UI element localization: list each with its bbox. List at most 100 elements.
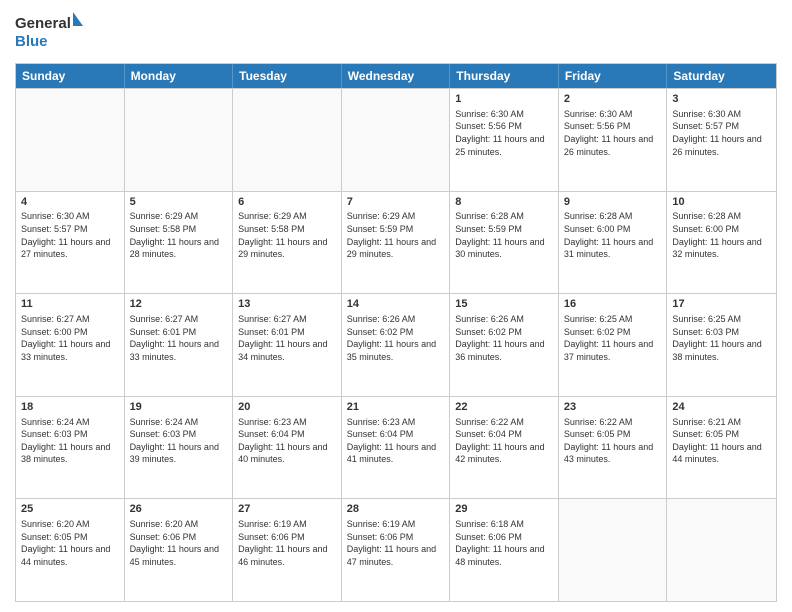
cell-info: Sunrise: 6:29 AMSunset: 5:58 PMDaylight:… <box>238 210 336 260</box>
cal-cell-21: 21Sunrise: 6:23 AMSunset: 6:04 PMDayligh… <box>342 397 451 499</box>
cal-row-3: 18Sunrise: 6:24 AMSunset: 6:03 PMDayligh… <box>16 396 776 499</box>
cal-cell-20: 20Sunrise: 6:23 AMSunset: 6:04 PMDayligh… <box>233 397 342 499</box>
day-number: 11 <box>21 297 119 312</box>
cal-cell-empty-0-0 <box>16 89 125 191</box>
cell-info: Sunrise: 6:22 AMSunset: 6:05 PMDaylight:… <box>564 416 662 466</box>
cal-header-cell-tuesday: Tuesday <box>233 64 342 88</box>
logo-svg: General Blue <box>15 10 85 55</box>
cal-header-cell-saturday: Saturday <box>667 64 776 88</box>
cal-header-cell-friday: Friday <box>559 64 668 88</box>
day-number: 12 <box>130 297 228 312</box>
cal-cell-10: 10Sunrise: 6:28 AMSunset: 6:00 PMDayligh… <box>667 192 776 294</box>
cal-cell-27: 27Sunrise: 6:19 AMSunset: 6:06 PMDayligh… <box>233 499 342 601</box>
day-number: 2 <box>564 92 662 107</box>
day-number: 16 <box>564 297 662 312</box>
cell-info: Sunrise: 6:30 AMSunset: 5:56 PMDaylight:… <box>564 108 662 158</box>
cell-info: Sunrise: 6:26 AMSunset: 6:02 PMDaylight:… <box>455 313 553 363</box>
cell-info: Sunrise: 6:20 AMSunset: 6:06 PMDaylight:… <box>130 518 228 568</box>
day-number: 23 <box>564 400 662 415</box>
cal-cell-9: 9Sunrise: 6:28 AMSunset: 6:00 PMDaylight… <box>559 192 668 294</box>
day-number: 6 <box>238 195 336 210</box>
day-number: 8 <box>455 195 553 210</box>
cal-cell-1: 1Sunrise: 6:30 AMSunset: 5:56 PMDaylight… <box>450 89 559 191</box>
cal-cell-11: 11Sunrise: 6:27 AMSunset: 6:00 PMDayligh… <box>16 294 125 396</box>
cal-cell-empty-0-3 <box>342 89 451 191</box>
cal-header-cell-wednesday: Wednesday <box>342 64 451 88</box>
cal-row-0: 1Sunrise: 6:30 AMSunset: 5:56 PMDaylight… <box>16 88 776 191</box>
cal-cell-8: 8Sunrise: 6:28 AMSunset: 5:59 PMDaylight… <box>450 192 559 294</box>
cal-cell-15: 15Sunrise: 6:26 AMSunset: 6:02 PMDayligh… <box>450 294 559 396</box>
cell-info: Sunrise: 6:29 AMSunset: 5:58 PMDaylight:… <box>130 210 228 260</box>
cal-cell-empty-4-6 <box>667 499 776 601</box>
day-number: 10 <box>672 195 771 210</box>
day-number: 14 <box>347 297 445 312</box>
calendar-header-row: SundayMondayTuesdayWednesdayThursdayFrid… <box>16 64 776 88</box>
cell-info: Sunrise: 6:25 AMSunset: 6:02 PMDaylight:… <box>564 313 662 363</box>
day-number: 17 <box>672 297 771 312</box>
cal-cell-26: 26Sunrise: 6:20 AMSunset: 6:06 PMDayligh… <box>125 499 234 601</box>
day-number: 24 <box>672 400 771 415</box>
cal-header-cell-sunday: Sunday <box>16 64 125 88</box>
cal-cell-18: 18Sunrise: 6:24 AMSunset: 6:03 PMDayligh… <box>16 397 125 499</box>
cell-info: Sunrise: 6:19 AMSunset: 6:06 PMDaylight:… <box>238 518 336 568</box>
cell-info: Sunrise: 6:21 AMSunset: 6:05 PMDaylight:… <box>672 416 771 466</box>
day-number: 26 <box>130 502 228 517</box>
cell-info: Sunrise: 6:30 AMSunset: 5:57 PMDaylight:… <box>21 210 119 260</box>
day-number: 22 <box>455 400 553 415</box>
cal-cell-22: 22Sunrise: 6:22 AMSunset: 6:04 PMDayligh… <box>450 397 559 499</box>
day-number: 3 <box>672 92 771 107</box>
svg-text:Blue: Blue <box>15 33 48 50</box>
cal-cell-empty-0-1 <box>125 89 234 191</box>
cell-info: Sunrise: 6:28 AMSunset: 6:00 PMDaylight:… <box>672 210 771 260</box>
cell-info: Sunrise: 6:22 AMSunset: 6:04 PMDaylight:… <box>455 416 553 466</box>
logo: General Blue <box>15 10 85 55</box>
cal-cell-28: 28Sunrise: 6:19 AMSunset: 6:06 PMDayligh… <box>342 499 451 601</box>
cal-cell-13: 13Sunrise: 6:27 AMSunset: 6:01 PMDayligh… <box>233 294 342 396</box>
cal-row-4: 25Sunrise: 6:20 AMSunset: 6:05 PMDayligh… <box>16 498 776 601</box>
cell-info: Sunrise: 6:28 AMSunset: 6:00 PMDaylight:… <box>564 210 662 260</box>
cal-row-1: 4Sunrise: 6:30 AMSunset: 5:57 PMDaylight… <box>16 191 776 294</box>
cal-cell-29: 29Sunrise: 6:18 AMSunset: 6:06 PMDayligh… <box>450 499 559 601</box>
cell-info: Sunrise: 6:23 AMSunset: 6:04 PMDaylight:… <box>238 416 336 466</box>
cell-info: Sunrise: 6:25 AMSunset: 6:03 PMDaylight:… <box>672 313 771 363</box>
cal-cell-4: 4Sunrise: 6:30 AMSunset: 5:57 PMDaylight… <box>16 192 125 294</box>
cal-cell-3: 3Sunrise: 6:30 AMSunset: 5:57 PMDaylight… <box>667 89 776 191</box>
day-number: 7 <box>347 195 445 210</box>
cal-row-2: 11Sunrise: 6:27 AMSunset: 6:00 PMDayligh… <box>16 293 776 396</box>
calendar-body: 1Sunrise: 6:30 AMSunset: 5:56 PMDaylight… <box>16 88 776 601</box>
cal-cell-25: 25Sunrise: 6:20 AMSunset: 6:05 PMDayligh… <box>16 499 125 601</box>
day-number: 25 <box>21 502 119 517</box>
day-number: 15 <box>455 297 553 312</box>
cal-cell-12: 12Sunrise: 6:27 AMSunset: 6:01 PMDayligh… <box>125 294 234 396</box>
cell-info: Sunrise: 6:19 AMSunset: 6:06 PMDaylight:… <box>347 518 445 568</box>
day-number: 21 <box>347 400 445 415</box>
cal-cell-2: 2Sunrise: 6:30 AMSunset: 5:56 PMDaylight… <box>559 89 668 191</box>
cell-info: Sunrise: 6:24 AMSunset: 6:03 PMDaylight:… <box>21 416 119 466</box>
cell-info: Sunrise: 6:27 AMSunset: 6:00 PMDaylight:… <box>21 313 119 363</box>
cal-cell-5: 5Sunrise: 6:29 AMSunset: 5:58 PMDaylight… <box>125 192 234 294</box>
day-number: 19 <box>130 400 228 415</box>
cal-cell-19: 19Sunrise: 6:24 AMSunset: 6:03 PMDayligh… <box>125 397 234 499</box>
cell-info: Sunrise: 6:27 AMSunset: 6:01 PMDaylight:… <box>130 313 228 363</box>
cal-cell-24: 24Sunrise: 6:21 AMSunset: 6:05 PMDayligh… <box>667 397 776 499</box>
cell-info: Sunrise: 6:23 AMSunset: 6:04 PMDaylight:… <box>347 416 445 466</box>
cell-info: Sunrise: 6:30 AMSunset: 5:56 PMDaylight:… <box>455 108 553 158</box>
cell-info: Sunrise: 6:27 AMSunset: 6:01 PMDaylight:… <box>238 313 336 363</box>
day-number: 20 <box>238 400 336 415</box>
cal-cell-empty-4-5 <box>559 499 668 601</box>
cell-info: Sunrise: 6:28 AMSunset: 5:59 PMDaylight:… <box>455 210 553 260</box>
cal-cell-16: 16Sunrise: 6:25 AMSunset: 6:02 PMDayligh… <box>559 294 668 396</box>
cell-info: Sunrise: 6:18 AMSunset: 6:06 PMDaylight:… <box>455 518 553 568</box>
cal-cell-23: 23Sunrise: 6:22 AMSunset: 6:05 PMDayligh… <box>559 397 668 499</box>
day-number: 1 <box>455 92 553 107</box>
page: General Blue SundayMondayTuesdayWednesda… <box>0 0 792 612</box>
calendar: SundayMondayTuesdayWednesdayThursdayFrid… <box>15 63 777 602</box>
day-number: 4 <box>21 195 119 210</box>
cell-info: Sunrise: 6:24 AMSunset: 6:03 PMDaylight:… <box>130 416 228 466</box>
cal-cell-6: 6Sunrise: 6:29 AMSunset: 5:58 PMDaylight… <box>233 192 342 294</box>
cal-cell-17: 17Sunrise: 6:25 AMSunset: 6:03 PMDayligh… <box>667 294 776 396</box>
day-number: 5 <box>130 195 228 210</box>
cal-header-cell-monday: Monday <box>125 64 234 88</box>
cell-info: Sunrise: 6:30 AMSunset: 5:57 PMDaylight:… <box>672 108 771 158</box>
header: General Blue <box>15 10 777 55</box>
